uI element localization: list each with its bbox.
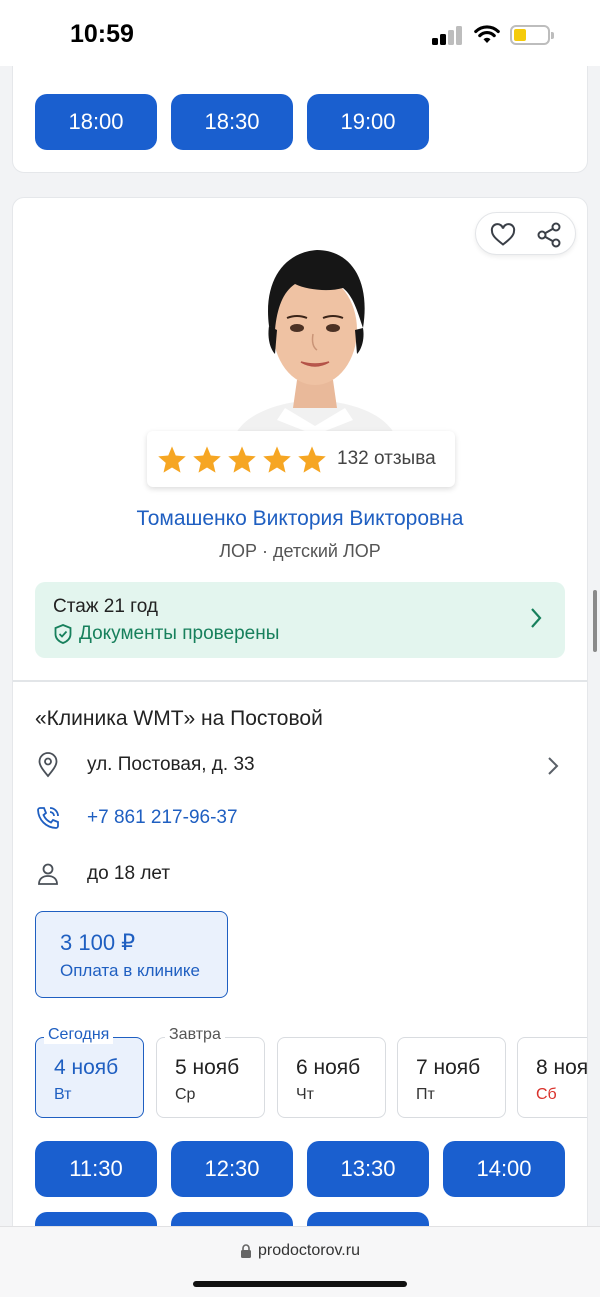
address-text: ул. Постовая, д. 33	[87, 754, 255, 775]
star-icon	[193, 445, 221, 473]
doctor-photo[interactable]	[225, 230, 405, 435]
time-slot[interactable]: 14:00	[443, 1141, 565, 1197]
day-date: 7 нояб	[416, 1056, 481, 1079]
shield-check-icon	[54, 624, 72, 644]
star-icon	[228, 445, 256, 473]
documents-label: Документы проверены	[79, 623, 280, 644]
time-slot[interactable]: 18:30	[171, 94, 293, 150]
time-slot[interactable]: 18:00	[35, 94, 157, 150]
battery-icon	[510, 25, 554, 45]
day-weekday: Ср	[175, 1086, 196, 1103]
age-text: до 18 лет	[87, 863, 171, 884]
doctor-card: 132 отзыва Томашенко Виктория Викторовна…	[12, 197, 588, 1297]
divider	[13, 680, 587, 682]
day-date: 6 нояб	[296, 1056, 361, 1079]
chevron-right-icon[interactable]	[547, 756, 559, 776]
phone-text: +7 861 217-96-37	[87, 807, 238, 828]
browser-bottom-bar: prodoctorov.ru	[0, 1226, 600, 1297]
day-tag: Сегодня	[44, 1026, 114, 1044]
heart-icon[interactable]	[490, 223, 516, 247]
price-note: Оплата в клинике	[60, 961, 200, 980]
phone-icon	[35, 805, 61, 831]
time-slot[interactable]: 11:30	[35, 1141, 157, 1197]
home-indicator	[193, 1281, 407, 1287]
reviews-count: 132 отзыва	[337, 448, 436, 469]
clinic-age: до 18 лет	[35, 861, 170, 887]
clinic-address[interactable]: ул. Постовая, д. 33	[35, 752, 255, 778]
day-date: 5 нояб	[175, 1056, 240, 1079]
share-icon[interactable]	[536, 222, 562, 248]
day-tag: Завтра	[165, 1026, 225, 1044]
lock-icon	[241, 1243, 251, 1258]
star-icon	[298, 445, 326, 473]
clinic-phone[interactable]: +7 861 217-96-37	[35, 805, 238, 831]
status-bar: 10:59	[0, 0, 600, 66]
chevron-right-icon	[531, 608, 542, 628]
day-weekday: Чт	[296, 1086, 314, 1103]
day-date: 4 нояб	[54, 1056, 119, 1079]
time-slot[interactable]: 19:00	[307, 94, 429, 150]
day-date: 8 ноя	[536, 1056, 588, 1079]
day-option[interactable]: 6 нояб Чт	[277, 1037, 386, 1118]
day-option[interactable]: Завтра 5 нояб Ср	[156, 1026, 265, 1118]
person-icon	[35, 861, 61, 887]
experience-block[interactable]: Стаж 21 год Документы проверены	[35, 582, 565, 658]
documents-verified: Документы проверены	[53, 623, 279, 645]
time-slot[interactable]: 12:30	[171, 1141, 293, 1197]
favorite-share-group	[475, 212, 576, 255]
doctor-specialty: ЛОР · детский ЛОР	[219, 541, 381, 561]
star-icon	[263, 445, 291, 473]
status-time: 10:59	[70, 20, 134, 48]
time-slot[interactable]: 13:30	[307, 1141, 429, 1197]
day-weekday: Вт	[54, 1086, 72, 1103]
clinic-name[interactable]: «Клиника WMT» на Постовой	[35, 707, 323, 731]
cellular-signal-icon	[432, 26, 463, 45]
address-bar[interactable]: prodoctorov.ru	[0, 1242, 600, 1260]
wifi-icon	[474, 25, 500, 43]
rating-box[interactable]: 132 отзыва	[147, 431, 455, 487]
location-pin-icon	[35, 752, 61, 778]
day-weekday: Пт	[416, 1086, 435, 1103]
experience-text: Стаж 21 год	[53, 596, 158, 617]
day-option[interactable]: 8 ноя Сб	[517, 1037, 588, 1118]
rating-stars	[157, 445, 327, 474]
day-option[interactable]: 7 нояб Пт	[397, 1037, 506, 1118]
day-weekday: Сб	[536, 1086, 557, 1103]
price-option[interactable]: 3 100 ₽ Оплата в клинике	[35, 911, 228, 998]
price-value: 3 100 ₽	[60, 930, 136, 955]
url-text: prodoctorov.ru	[258, 1242, 360, 1259]
doctor-name[interactable]: Томашенко Виктория Викторовна	[13, 507, 587, 531]
day-option[interactable]: Сегодня 4 нояб Вт	[35, 1026, 144, 1118]
star-icon	[158, 445, 186, 473]
scrollbar[interactable]	[593, 590, 597, 652]
